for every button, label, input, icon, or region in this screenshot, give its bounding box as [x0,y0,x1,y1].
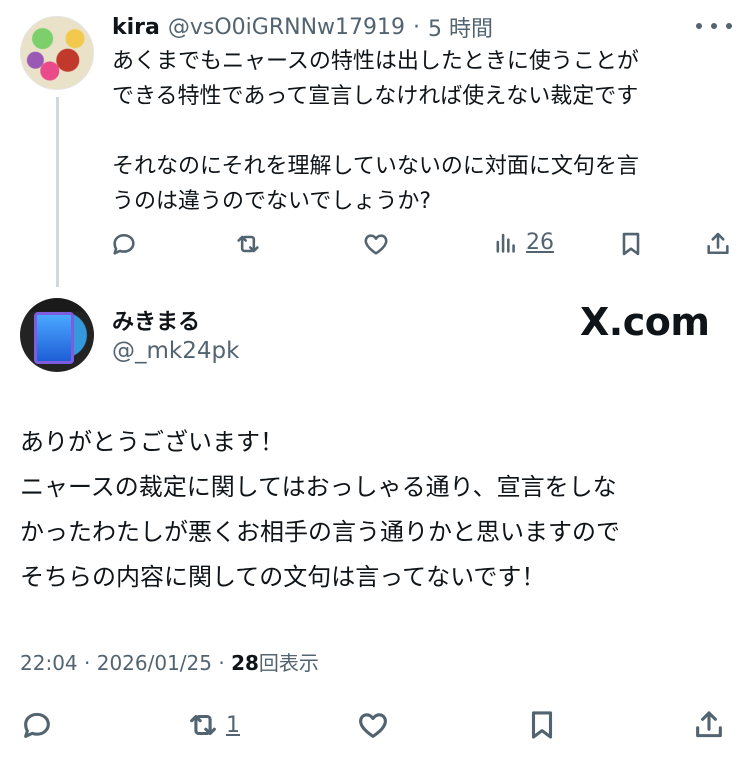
tweet2-line: ニャースの裁定に関してはおっしゃる通り、宣言をしな [20,473,617,501]
bookmark-icon [622,232,640,256]
tweet1-separator: · [413,14,421,40]
x-com-watermark: X.com [580,300,710,344]
bookmark-button[interactable] [525,708,559,742]
share-icon [707,232,729,255]
reply-button[interactable] [110,230,138,258]
tweet2-text: ありがとうございます！ ニャースの裁定に関してはおっしゃる通り、宣言をしな かっ… [20,420,732,600]
like-button[interactable] [362,230,390,258]
tweet2-views-label: 回表示 [258,651,319,675]
retweet-button[interactable] [234,230,262,258]
tweet1-line: できる特性であって宣言しなければ使えない裁定です [112,84,639,109]
views-button[interactable]: 26 [492,228,554,256]
tweet1-line: うのは違うのでないでしょうか? [112,189,432,214]
tweet1-author-name[interactable]: kira [112,15,160,40]
tweet2-author-name[interactable]: みきまる [112,304,200,336]
retweet-button[interactable]: 1 [186,708,240,742]
bookmark-icon [531,711,553,739]
retweet-icon [190,714,216,736]
tweet1-line: それなのにそれを理解していないのに対面に文句を言 [112,154,639,179]
avatar-mikimaru[interactable] [20,298,94,372]
tweet1-header: kira @vsO0iGRNNw17919 · 5 時間 [112,10,493,44]
reply-icon [113,233,135,255]
tweet2-line: そちらの内容に関しての文句は言ってないです！ [20,563,546,591]
tweet1-author-handle[interactable]: @vsO0iGRNNw17919 [168,15,405,40]
tweet2-author-handle[interactable]: @_mk24pk [112,338,239,364]
meta-separator: · [84,651,91,675]
tweet2-line: かったわたしが悪くお相手の言う通りかと思いますので [20,518,620,546]
tweet1-line: あくまでもニャースの特性は出したときに使うことが [112,49,639,74]
views-icon [496,233,515,253]
bookmark-button[interactable] [617,230,645,258]
tweet2-date[interactable]: 2026/01/25 [97,651,212,675]
like-button[interactable] [356,708,390,742]
tweet2-meta: 22:04 · 2026/01/25 · 28回表示 [20,647,319,676]
share-icon [696,711,722,738]
retweet-icon [237,235,259,253]
tweet1-action-bar: 26 [0,226,750,262]
like-icon [359,713,387,738]
tweet1-timestamp[interactable]: 5 時間 [428,11,493,43]
tweet1-text: あくまでもニャースの特性は出したときに使うことが できる特性であって宣言しなけれ… [112,44,732,219]
views-count: 26 [526,229,554,255]
retweet-count: 1 [226,712,240,738]
tweet2-line: ありがとうございます！ [20,428,284,456]
more-icon[interactable] [696,14,732,38]
avatar-kira[interactable] [20,16,94,90]
tweet2-time[interactable]: 22:04 [20,651,78,675]
tweet2-view-count: 28 [231,651,259,675]
share-button[interactable] [692,708,726,742]
reply-icon [24,712,50,738]
share-button[interactable] [704,230,732,258]
tweet2-action-bar: 1 [0,704,750,748]
reply-button[interactable] [20,708,54,742]
like-icon [364,234,388,255]
meta-separator: · [218,651,225,675]
